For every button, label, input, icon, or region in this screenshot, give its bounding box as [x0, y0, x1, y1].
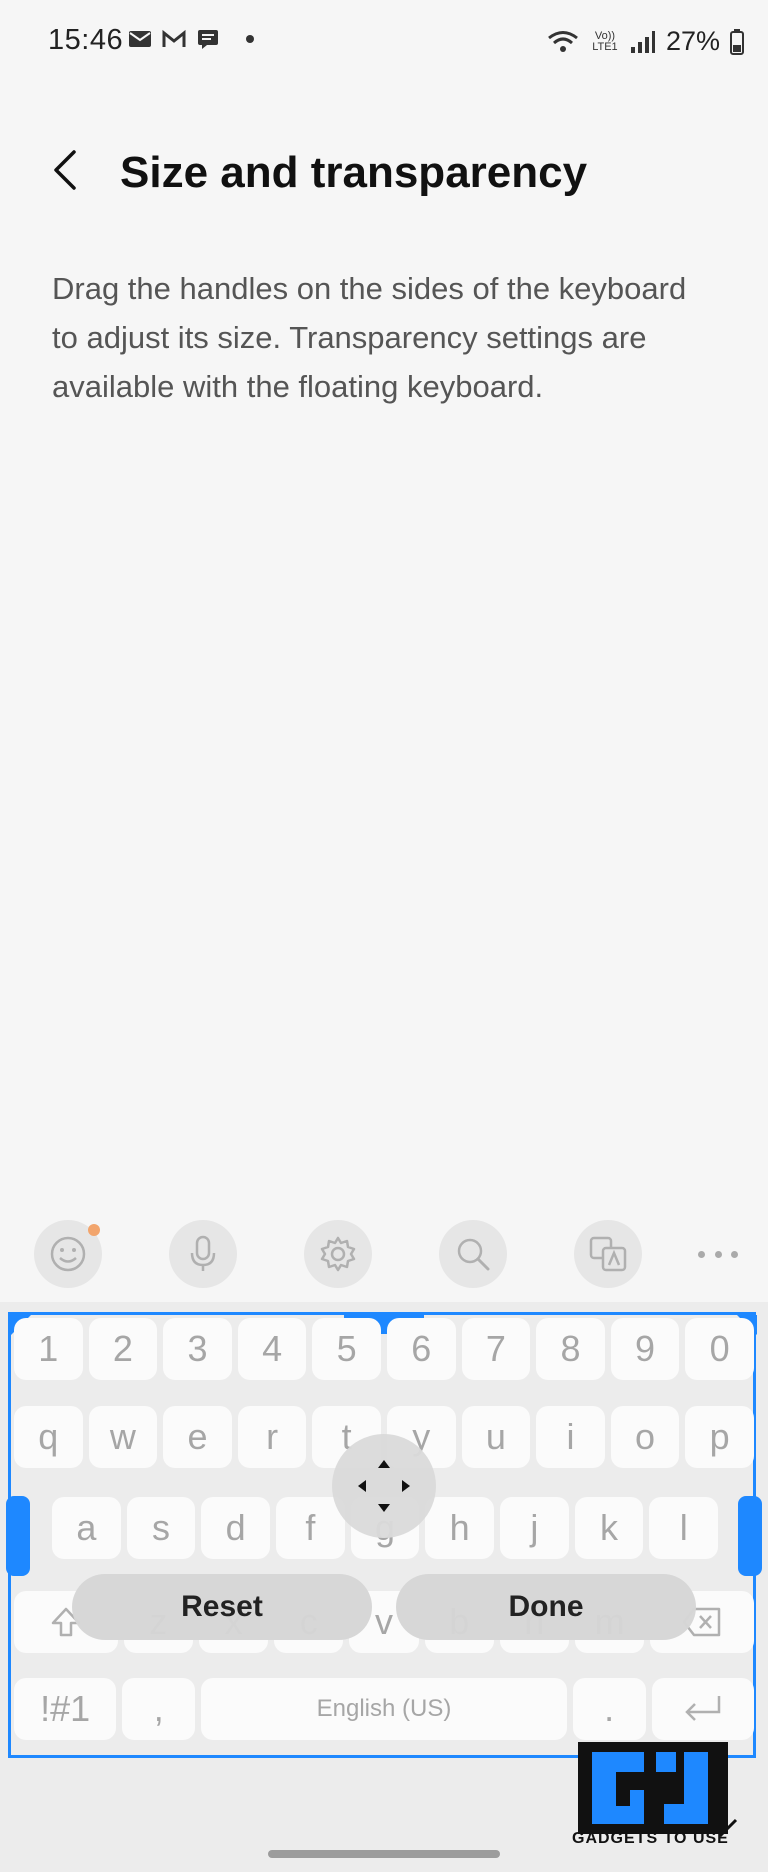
enter-icon	[685, 1696, 721, 1721]
notification-icons	[128, 28, 254, 50]
right-resize-handle[interactable]	[738, 1496, 762, 1576]
status-bar: 15:46 Vo)) LTE1 27%	[0, 0, 768, 84]
key[interactable]: 4	[237, 1318, 307, 1380]
keyboard-move-handle[interactable]	[332, 1434, 436, 1538]
key[interactable]: 9	[610, 1318, 680, 1380]
key[interactable]: 3	[163, 1318, 232, 1380]
gmail-icon	[162, 29, 186, 47]
key[interactable]: l	[649, 1497, 719, 1559]
more-notifications-dot	[246, 35, 254, 43]
key[interactable]: u	[461, 1406, 531, 1468]
search-button[interactable]	[439, 1220, 507, 1288]
key[interactable]: d	[201, 1497, 271, 1559]
key[interactable]: j	[500, 1497, 569, 1559]
translate-button[interactable]	[574, 1220, 642, 1288]
wifi-icon	[548, 30, 578, 52]
back-button[interactable]	[44, 144, 88, 196]
dot	[714, 1250, 722, 1258]
battery-percent: 27%	[665, 26, 720, 56]
key[interactable]: o	[610, 1406, 680, 1468]
logo-text: GADGETS TO USE	[572, 1830, 729, 1847]
number-row: 1 2 3 4 5 6 7 8 9 0	[14, 1318, 754, 1380]
key[interactable]: q	[14, 1406, 83, 1468]
key[interactable]: 6	[386, 1318, 456, 1380]
key[interactable]: 2	[88, 1318, 158, 1380]
done-button[interactable]: Done	[396, 1574, 696, 1640]
message-icon	[198, 30, 218, 49]
emoji-notification-dot	[88, 1224, 100, 1236]
signal-icon	[630, 30, 655, 53]
key[interactable]: a	[52, 1497, 121, 1559]
status-time: 15:46	[48, 24, 124, 56]
app-header: Size and transparency	[0, 120, 768, 220]
system-icons: Vo)) LTE1 27%	[546, 26, 744, 57]
key[interactable]: i	[536, 1406, 605, 1468]
page-title: Size and transparency	[120, 148, 588, 197]
keyboard-settings-button[interactable]	[304, 1220, 372, 1288]
emoji-icon	[50, 1236, 86, 1272]
key[interactable]: 7	[461, 1318, 531, 1380]
comma-key[interactable]: ,	[122, 1678, 196, 1740]
search-icon	[457, 1238, 490, 1271]
key[interactable]: 0	[685, 1318, 754, 1380]
mic-icon	[190, 1235, 216, 1271]
bottom-row: !#1 , English (US) .	[14, 1678, 754, 1740]
move-arrows-icon	[358, 1460, 410, 1512]
translate-icon	[589, 1236, 627, 1272]
space-key[interactable]: English (US)	[201, 1678, 567, 1740]
symbols-key[interactable]: !#1	[14, 1678, 117, 1740]
dot	[698, 1250, 705, 1258]
keyboard-toolbar	[0, 1220, 768, 1292]
reset-button[interactable]: Reset	[72, 1574, 372, 1640]
more-options-button[interactable]	[698, 1246, 738, 1262]
back-arrow-icon	[54, 150, 76, 190]
key[interactable]: p	[685, 1406, 754, 1468]
key[interactable]: s	[126, 1497, 196, 1559]
period-key[interactable]: .	[572, 1678, 646, 1740]
key[interactable]: r	[237, 1406, 307, 1468]
dot	[731, 1250, 738, 1258]
network-type-label: Vo)) LTE1	[592, 29, 618, 53]
key[interactable]: 5	[312, 1318, 381, 1380]
gear-icon	[320, 1236, 356, 1272]
left-resize-handle[interactable]	[6, 1496, 30, 1576]
key[interactable]: w	[88, 1406, 158, 1468]
description-text: Drag the handles on the sides of the key…	[52, 271, 687, 404]
email-icon	[129, 31, 151, 47]
key[interactable]: 8	[536, 1318, 605, 1380]
key[interactable]: 1	[14, 1318, 83, 1380]
enter-key[interactable]	[651, 1678, 754, 1740]
key[interactable]: k	[574, 1497, 644, 1559]
home-indicator[interactable]	[268, 1850, 500, 1858]
voice-input-button[interactable]	[169, 1220, 237, 1288]
key[interactable]: e	[163, 1406, 232, 1468]
battery-icon	[730, 28, 744, 55]
